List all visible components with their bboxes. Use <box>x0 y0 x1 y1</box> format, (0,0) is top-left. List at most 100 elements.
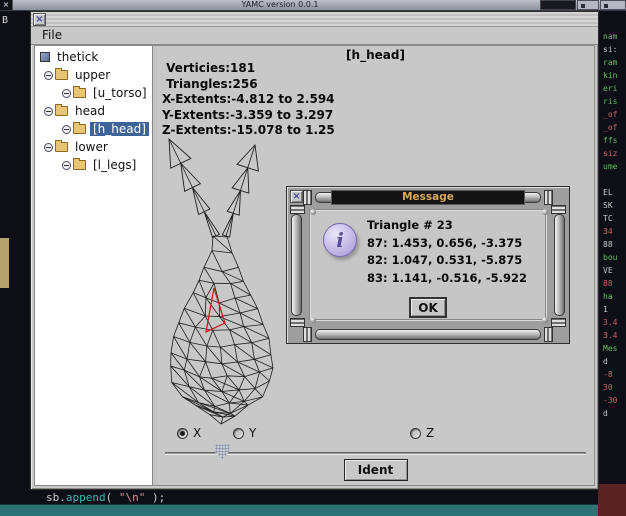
dialog-content: i Triangle # 23 87: 1.453, 0.656, -3.375… <box>309 209 547 321</box>
titlebar-indicator <box>540 0 576 10</box>
tree-handle-icon[interactable] <box>44 143 53 152</box>
pipe-decoration <box>554 214 565 316</box>
tree-handle-icon[interactable] <box>62 161 71 170</box>
desktop-title: YAMC version 0.0.1 <box>130 0 430 10</box>
node-icon <box>40 52 50 62</box>
tree-handle-icon[interactable] <box>44 107 53 116</box>
close-icon: × <box>292 191 300 202</box>
mesh-wireframe[interactable] <box>159 136 294 436</box>
bolt-decoration <box>310 209 316 215</box>
tree-handle-icon[interactable] <box>62 89 71 98</box>
editor-line: d <box>603 407 626 420</box>
editor-line: ha <box>603 290 626 303</box>
pipe-cap <box>544 327 553 342</box>
editor-line: kin <box>603 69 626 82</box>
pipe-cap <box>290 205 305 214</box>
info-icon: i <box>323 223 357 257</box>
bolt-decoration <box>542 317 548 323</box>
desktop-maximize-button[interactable] <box>600 0 626 10</box>
ident-button[interactable]: Ident <box>344 459 408 481</box>
editor-line: nam <box>603 30 626 43</box>
folder-icon <box>73 124 86 134</box>
radio-label: X <box>193 426 201 440</box>
background-block <box>598 484 626 516</box>
slider-thumb[interactable] <box>215 444 229 459</box>
tree-item-label: [l_legs] <box>90 158 139 172</box>
tree-item-head[interactable]: head <box>35 102 152 120</box>
dialog-close-button[interactable]: × <box>290 190 303 203</box>
editor-line: _of <box>603 121 626 134</box>
tree-item-upper[interactable]: upper <box>35 66 152 84</box>
pipe-decoration <box>291 214 302 316</box>
tree-item-l_legs[interactable]: [l_legs] <box>35 156 152 174</box>
editor-line: si: <box>603 43 626 56</box>
dialog-line-vertex1: 87: 1.453, 0.656, -3.375 <box>367 235 543 253</box>
tree-panel: thetick upper [u_torso]head [h_head]lower [l… <box>35 46 153 485</box>
menu-file[interactable]: File <box>37 27 67 44</box>
axis-radio-group: X Y Z <box>157 426 594 442</box>
dialog-line-vertex2: 82: 1.047, 0.531, -5.875 <box>367 252 543 270</box>
desktop: × YAMC version 0.0.1 B namsi:ramkineriri… <box>0 0 626 516</box>
editor-line: VE <box>603 264 626 277</box>
radio-label: Z <box>426 426 434 440</box>
editor-line: ume <box>603 160 626 173</box>
editor-line: -8 <box>603 368 626 381</box>
tree-item-label: [h_head] <box>90 122 149 136</box>
pipe-cap <box>290 318 305 327</box>
tree-item-label: head <box>72 104 108 118</box>
folder-icon <box>73 88 86 98</box>
editor-line: 1 <box>603 303 626 316</box>
pipe-cap <box>303 190 312 205</box>
bolt-decoration <box>542 209 548 215</box>
editor-line: _of <box>603 108 626 121</box>
desktop-close-button[interactable]: × <box>0 0 13 10</box>
editor-line: 3.4 <box>603 316 626 329</box>
editor-line: 34 <box>603 225 626 238</box>
close-icon: × <box>3 0 10 9</box>
folder-icon <box>55 70 68 80</box>
tree-handle-icon[interactable] <box>44 71 53 80</box>
editor-line: Mes <box>603 342 626 355</box>
radio-button-icon <box>233 428 244 439</box>
tree-item-u_torso[interactable]: [u_torso] <box>35 84 152 102</box>
editor-statusbar <box>0 504 626 516</box>
tree-item-thetick[interactable]: thetick <box>35 48 152 66</box>
radio-y[interactable]: Y <box>233 426 256 440</box>
stat-triangles: Triangles:256 <box>162 77 335 93</box>
dialog-line-vertex3: 83: 1.141, -0.516, -5.922 <box>367 270 543 288</box>
stat-y-extents: Y-Extents:-3.359 to 3.297 <box>162 108 335 124</box>
window-close-button[interactable]: × <box>33 13 46 26</box>
tree-item-lower[interactable]: lower <box>35 138 152 156</box>
dialog-line-title: Triangle # 23 <box>367 217 543 235</box>
editor-line: siz <box>603 147 626 160</box>
editor-line: d <box>603 355 626 368</box>
code-token: "\n" <box>119 491 146 504</box>
viewer-title: [h_head] <box>157 48 594 62</box>
tree-handle-icon[interactable] <box>62 125 71 134</box>
radio-z[interactable]: Z <box>410 426 434 440</box>
tree-item-label: upper <box>72 68 113 82</box>
close-icon: × <box>35 14 43 25</box>
folder-icon <box>73 160 86 170</box>
folder-icon <box>55 106 68 116</box>
editor-fringe-block <box>0 238 9 288</box>
editor-line: -30 <box>603 394 626 407</box>
radio-x[interactable]: X <box>177 426 201 440</box>
editor-line: 88 <box>603 277 626 290</box>
tree-item-label: lower <box>72 140 111 154</box>
stat-x-extents: X-Extents:-4.812 to 2.594 <box>162 92 335 108</box>
menubar: File <box>31 27 598 45</box>
editor-line: EL <box>603 186 626 199</box>
ok-button[interactable]: OK <box>409 297 447 318</box>
editor-line <box>603 173 626 186</box>
app-titlebar[interactable]: × <box>31 12 598 27</box>
pipe-cap <box>544 190 553 205</box>
code-token: sb <box>46 491 59 504</box>
background-editor-column: namsi:ramkineriris_of_offfssizumeELSKTC3… <box>601 12 626 484</box>
editor-line: 3.4 <box>603 329 626 342</box>
tree-item-h_head[interactable]: [h_head] <box>35 120 152 138</box>
bolt-decoration <box>310 317 316 323</box>
desktop-minimize-button[interactable] <box>577 0 599 10</box>
pipe-cap <box>303 327 312 342</box>
pipe-cap <box>551 205 566 214</box>
